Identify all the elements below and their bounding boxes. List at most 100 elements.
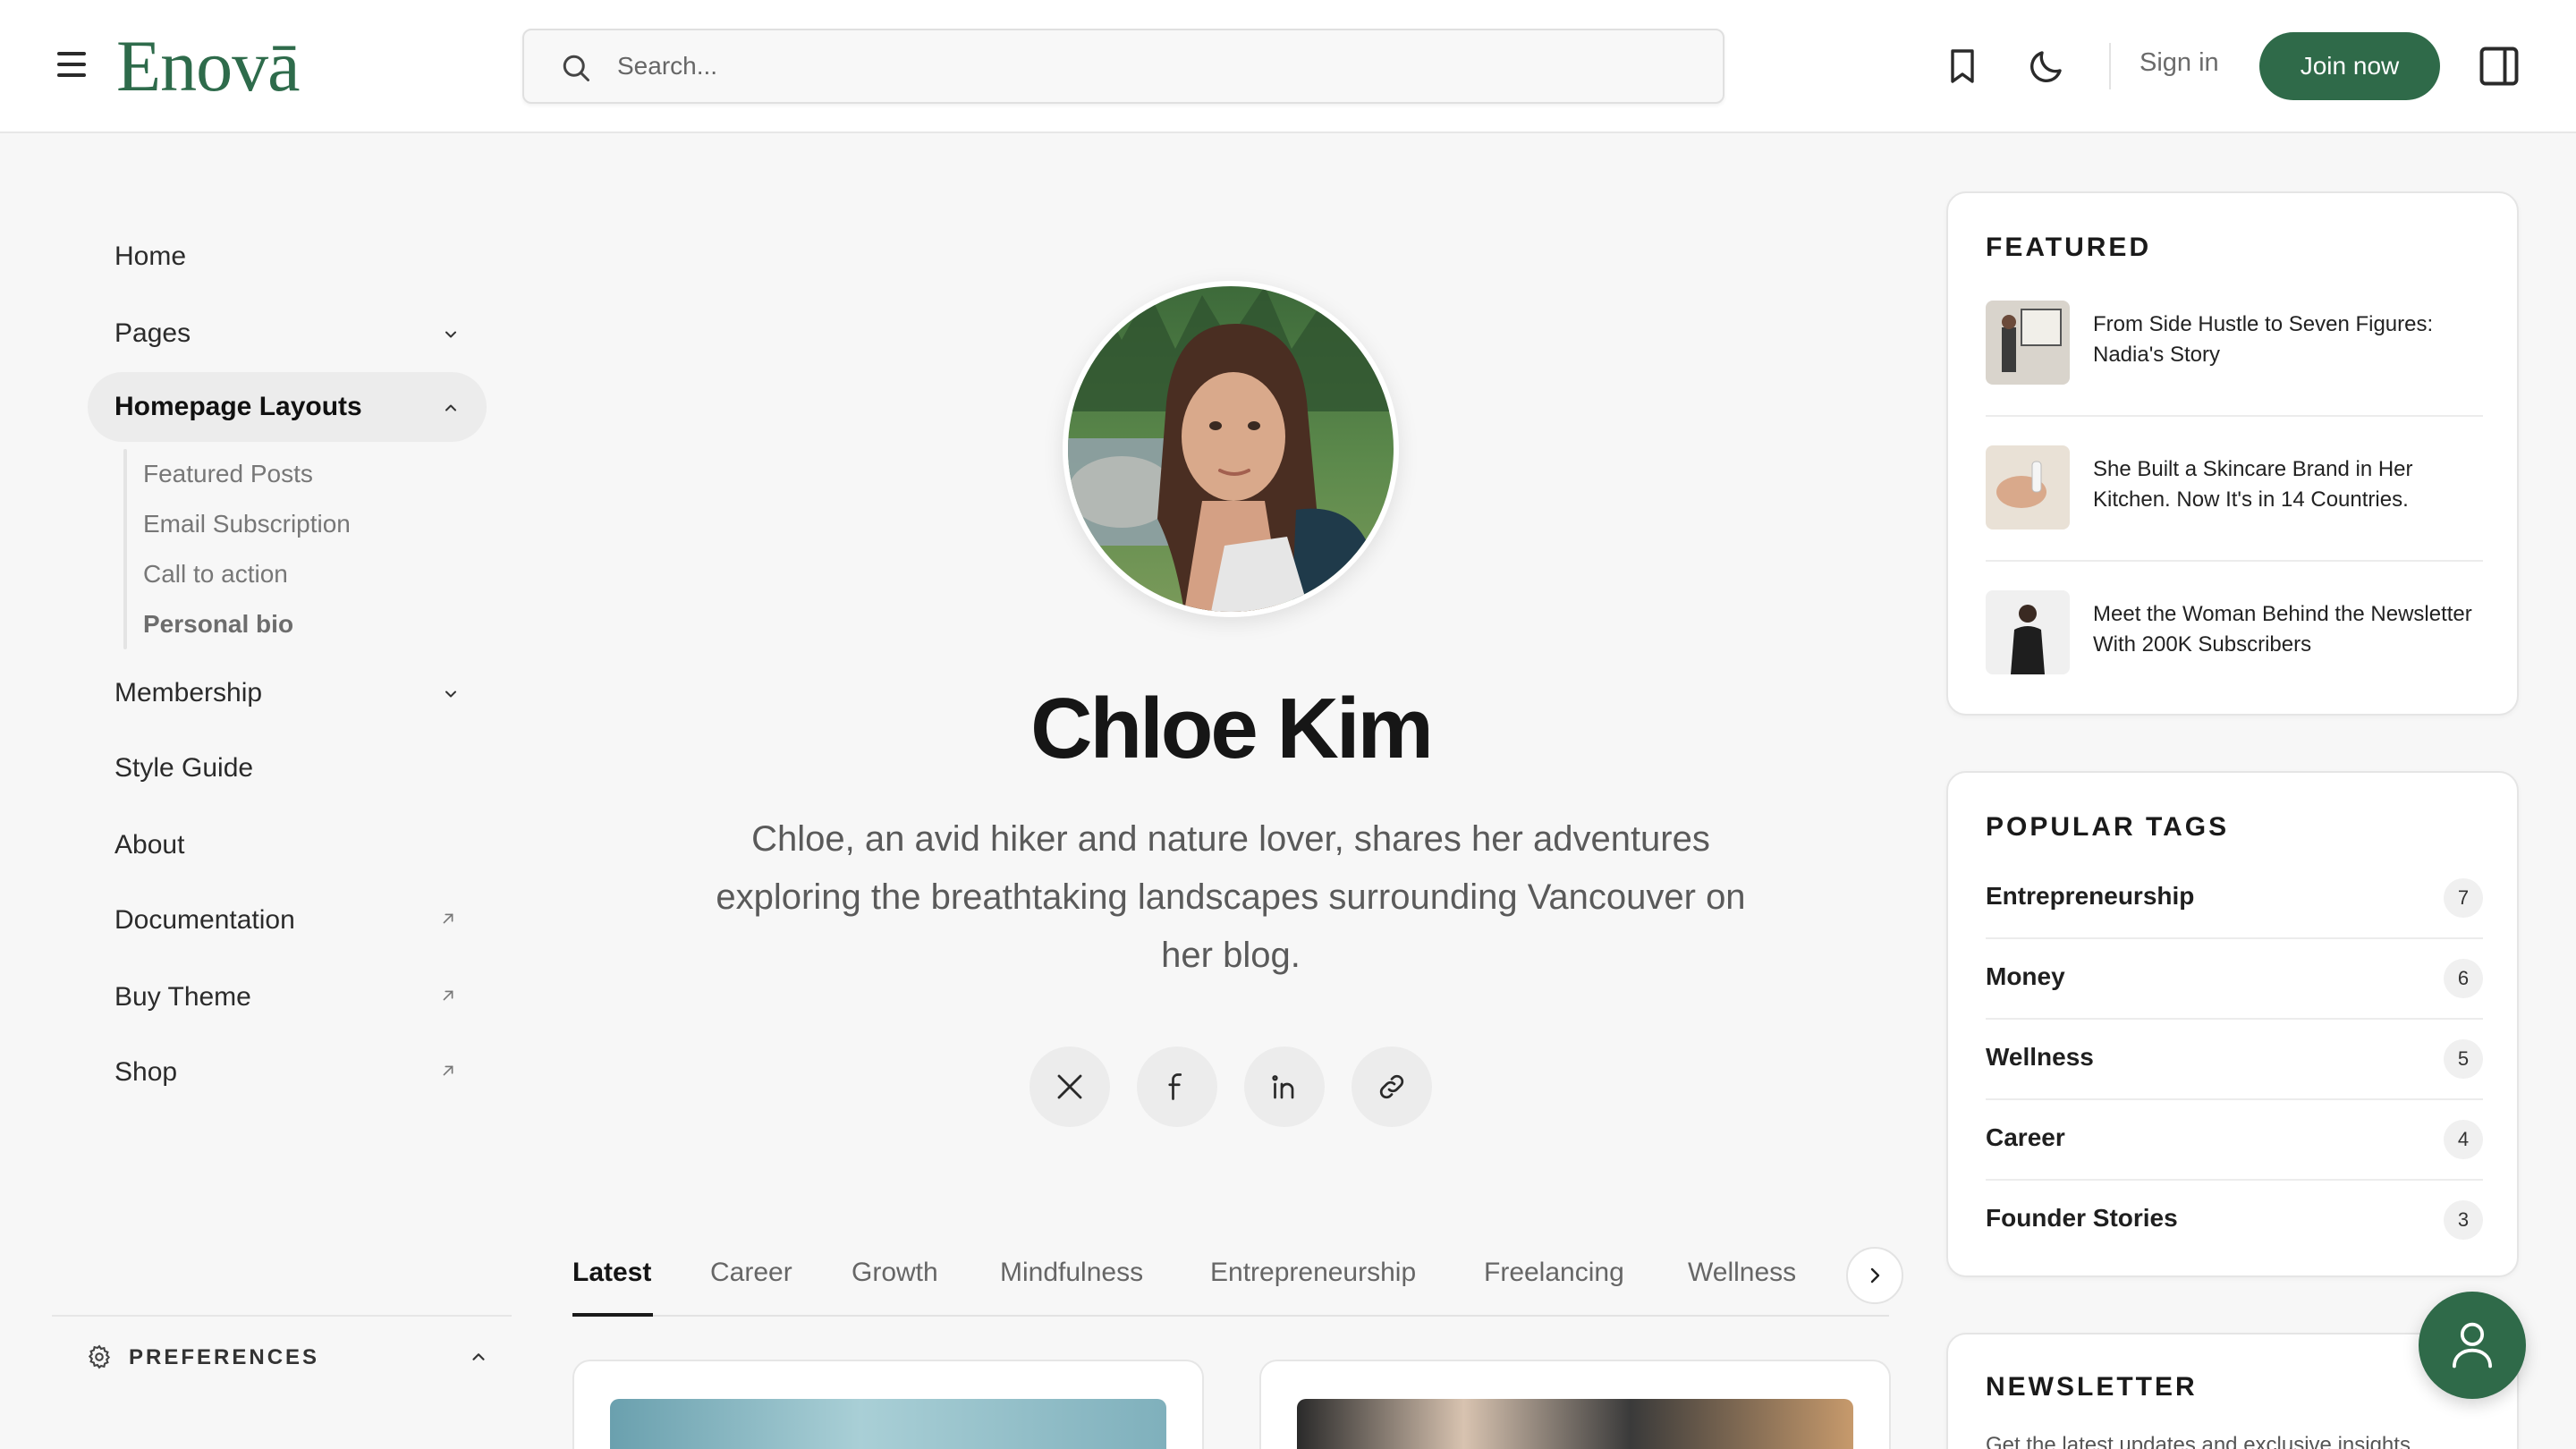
sidebar-item-home[interactable]: Home [88, 222, 487, 292]
avatar-photo [1068, 286, 1394, 612]
featured-item[interactable]: From Side Hustle to Seven Figures: Nadia… [1986, 301, 2483, 386]
sidebar-item-label: Buy Theme [114, 982, 251, 1012]
tab-freelancing[interactable]: Freelancing [1484, 1258, 1624, 1288]
gear-icon [88, 1344, 111, 1369]
facebook-share-button[interactable] [1137, 1046, 1217, 1127]
tab-wellness[interactable]: Wellness [1688, 1258, 1796, 1288]
sidebar-item-buy-theme[interactable]: Buy Theme [88, 962, 487, 1032]
sidebar-item-style-guide[interactable]: Style Guide [88, 733, 487, 803]
tab-growth[interactable]: Growth [852, 1258, 938, 1288]
featured-thumbnail [1986, 590, 2070, 674]
link-icon [1379, 1074, 1404, 1099]
post-card[interactable] [572, 1360, 1204, 1449]
featured-item-title: From Side Hustle to Seven Figures: Nadia… [2093, 312, 2434, 367]
preferences-toggle[interactable]: PREFERENCES [86, 1335, 488, 1379]
sidebar-toggle-icon[interactable] [2476, 43, 2522, 89]
x-icon [1057, 1074, 1082, 1099]
header-divider [2109, 43, 2111, 89]
tab-entrepreneurship[interactable]: Entrepreneurship [1210, 1258, 1416, 1288]
tag-name: Money [1986, 962, 2065, 990]
tag-row[interactable]: Entrepreneurship 7 [1986, 857, 2483, 937]
sidebar-item-label: Shop [114, 1057, 178, 1087]
sidebar-item-shop[interactable]: Shop [88, 1038, 487, 1107]
post-thumbnail [1297, 1399, 1853, 1449]
featured-panel: FEATURED From Side Hustle to Seven Figur… [1946, 191, 2519, 716]
bookmark-icon[interactable] [1941, 45, 1984, 88]
submenu-rail [123, 449, 127, 649]
tag-name: Wellness [1986, 1043, 2094, 1071]
chevron-down-icon [445, 331, 456, 338]
category-tabs: Latest Career Growth Mindfulness Entrepr… [572, 1240, 1950, 1317]
featured-title: FEATURED [1986, 233, 2152, 262]
sidebar-item-label: Style Guide [114, 753, 254, 783]
featured-item-title: Meet the Woman Behind the Newsletter Wit… [2093, 602, 2472, 657]
sidebar-item-documentation[interactable]: Documentation [88, 886, 487, 955]
x-share-button[interactable] [1030, 1046, 1110, 1127]
copy-link-button[interactable] [1352, 1046, 1432, 1127]
chevron-up-icon [472, 1353, 485, 1360]
post-thumbnail [610, 1399, 1166, 1449]
sidebar-item-label: About [114, 830, 185, 860]
sidebar-item-label: Membership [114, 678, 263, 708]
tag-name: Entrepreneurship [1986, 882, 2195, 910]
tab-mindfulness[interactable]: Mindfulness [1000, 1258, 1143, 1288]
subitem-email-subscription[interactable]: Email Subscription [143, 510, 351, 538]
tag-count-badge: 4 [2444, 1120, 2483, 1159]
profile-bio: Chloe, an avid hiker and nature lover, s… [716, 819, 1746, 975]
sidebar-divider [52, 1315, 512, 1317]
preferences-label: PREFERENCES [129, 1345, 320, 1369]
user-icon [2453, 1322, 2492, 1368]
chevron-up-icon [445, 404, 456, 411]
sidebar-item-label: Documentation [114, 905, 295, 935]
account-fab-button[interactable] [2419, 1292, 2526, 1399]
search-icon [563, 55, 589, 81]
menu-icon[interactable] [57, 52, 93, 80]
profile-name: Chloe Kim [1030, 681, 1434, 776]
sidebar-item-about[interactable]: About [88, 810, 487, 880]
featured-divider [1986, 560, 2483, 562]
profile-avatar [1063, 281, 1399, 617]
chevron-right-icon [1870, 1267, 1880, 1284]
search-input[interactable] [617, 30, 1690, 102]
tag-count-badge: 5 [2444, 1039, 2483, 1079]
featured-item[interactable]: She Built a Skincare Brand in Her Kitche… [1986, 445, 2483, 531]
tag-count-badge: 3 [2444, 1200, 2483, 1240]
featured-item[interactable]: Meet the Woman Behind the Newsletter Wit… [1986, 590, 2483, 676]
subitem-featured-posts[interactable]: Featured Posts [143, 460, 313, 488]
active-tab-indicator [572, 1313, 653, 1317]
linkedin-icon [1272, 1075, 1294, 1099]
tabs-next-button[interactable] [1846, 1247, 1903, 1304]
popular-tags-panel: POPULAR TAGS Entrepreneurship 7 Money 6 … [1946, 771, 2519, 1277]
featured-divider [1986, 415, 2483, 417]
post-card[interactable] [1259, 1360, 1891, 1449]
left-sidebar: Home Pages Homepage Layouts Featured Pos… [0, 134, 519, 1449]
sign-in-link[interactable]: Sign in [2140, 48, 2219, 78]
popular-tags-title: POPULAR TAGS [1986, 812, 2230, 842]
sidebar-item-homepage-layouts[interactable]: Homepage Layouts [88, 372, 487, 442]
tab-latest[interactable]: Latest [572, 1258, 651, 1288]
join-now-button[interactable]: Join now [2259, 32, 2440, 100]
sidebar-item-pages[interactable]: Pages [88, 299, 487, 369]
top-header: Enovā Sign in Join now [0, 0, 2576, 133]
tag-row[interactable]: Founder Stories 3 [1986, 1179, 2483, 1259]
external-link-icon [443, 990, 453, 1001]
subitem-personal-bio[interactable]: Personal bio [143, 610, 293, 639]
tag-row[interactable]: Wellness 5 [1986, 1018, 2483, 1098]
site-logo[interactable]: Enovā [116, 25, 300, 107]
moon-icon[interactable] [2025, 45, 2068, 88]
sidebar-item-label: Home [114, 242, 187, 271]
external-link-icon [443, 1065, 453, 1076]
tag-row[interactable]: Money 6 [1986, 937, 2483, 1018]
subitem-call-to-action[interactable]: Call to action [143, 560, 288, 589]
featured-thumbnail [1986, 301, 2070, 385]
tag-row[interactable]: Career 4 [1986, 1098, 2483, 1179]
external-link-icon [443, 913, 453, 924]
tab-career[interactable]: Career [710, 1258, 792, 1288]
newsletter-title: NEWSLETTER [1986, 1372, 2198, 1402]
sidebar-item-membership[interactable]: Membership [88, 658, 487, 728]
sidebar-item-label: Homepage Layouts [114, 392, 362, 421]
tag-name: Founder Stories [1986, 1204, 2178, 1232]
linkedin-share-button[interactable] [1244, 1046, 1325, 1127]
search-bar[interactable] [522, 29, 1724, 104]
featured-thumbnail [1986, 445, 2070, 530]
